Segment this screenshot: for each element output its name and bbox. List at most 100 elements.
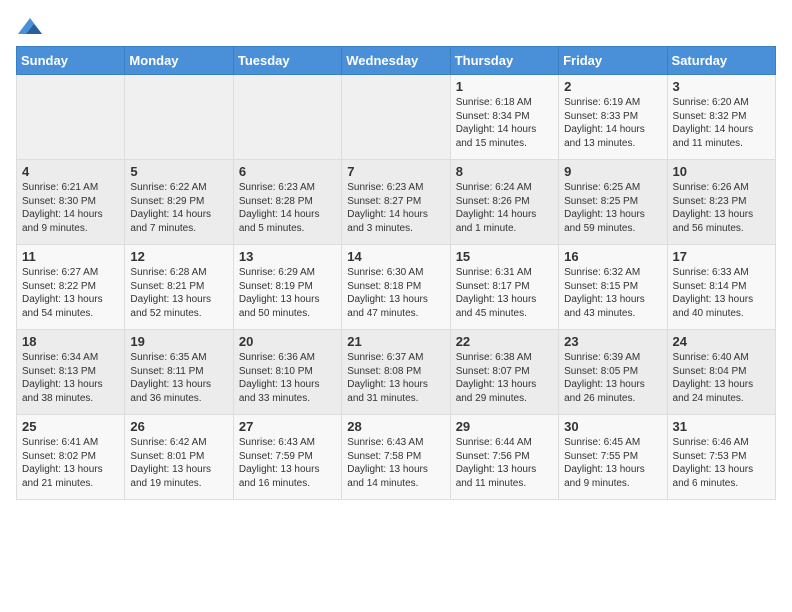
day-content: Sunrise: 6:39 AM Sunset: 8:05 PM Dayligh… [564, 351, 661, 405]
logo [16, 16, 48, 38]
day-content: Sunrise: 6:35 AM Sunset: 8:11 PM Dayligh… [130, 351, 227, 405]
day-number: 23 [564, 334, 661, 349]
day-number: 20 [239, 334, 336, 349]
day-content: Sunrise: 6:19 AM Sunset: 8:33 PM Dayligh… [564, 96, 661, 150]
calendar-cell-2-7: 10 Sunrise: 6:26 AM Sunset: 8:23 PM Dayli… [667, 160, 775, 245]
calendar-cell-4-5: 22Sunrise: 6:38 AM Sunset: 8:07 PM Dayli… [450, 330, 558, 415]
header [16, 16, 776, 38]
day-content: Sunrise: 6:31 AM Sunset: 8:17 PM Dayligh… [456, 266, 553, 320]
day-content: Sunrise: 6:34 AM Sunset: 8:13 PM Dayligh… [22, 351, 119, 405]
calendar-cell-1-4 [342, 75, 450, 160]
day-number: 27 [239, 419, 336, 434]
calendar-cell-2-3: 6 Sunrise: 6:23 AM Sunset: 8:28 PM Daylig… [233, 160, 341, 245]
day-number: 16 [564, 249, 661, 264]
calendar-cell-3-5: 15Sunrise: 6:31 AM Sunset: 8:17 PM Dayli… [450, 245, 558, 330]
day-content: Sunrise: 6:41 AM Sunset: 8:02 PM Dayligh… [22, 436, 119, 490]
calendar-cell-5-1: 25 Sunrise: 6:41 AM Sunset: 8:02 PM Dayli… [17, 415, 125, 500]
day-number: 3 [673, 79, 770, 94]
day-content: Sunrise: 6:22 AM Sunset: 8:29 PM Dayligh… [130, 181, 227, 235]
header-saturday: Saturday [667, 47, 775, 75]
calendar-cell-3-6: 16 Sunrise: 6:32 AM Sunset: 8:15 PM Dayli… [559, 245, 667, 330]
calendar-cell-1-6: 2 Sunrise: 6:19 AM Sunset: 8:33 PM Daylig… [559, 75, 667, 160]
day-content: Sunrise: 6:36 AM Sunset: 8:10 PM Dayligh… [239, 351, 336, 405]
day-content: Sunrise: 6:37 AM Sunset: 8:08 PM Dayligh… [347, 351, 444, 405]
day-content: Sunrise: 6:26 AM Sunset: 8:23 PM Dayligh… [673, 181, 770, 235]
day-number: 22 [456, 334, 553, 349]
calendar-week-3: 11 Sunrise: 6:27 AM Sunset: 8:22 PM Dayli… [17, 245, 776, 330]
day-number: 17 [673, 249, 770, 264]
calendar-cell-5-5: 29Sunrise: 6:44 AM Sunset: 7:56 PM Dayli… [450, 415, 558, 500]
calendar-cell-4-7: 24Sunrise: 6:40 AM Sunset: 8:04 PM Dayli… [667, 330, 775, 415]
calendar-cell-3-3: 13 Sunrise: 6:29 AM Sunset: 8:19 PM Dayli… [233, 245, 341, 330]
day-content: Sunrise: 6:28 AM Sunset: 8:21 PM Dayligh… [130, 266, 227, 320]
header-tuesday: Tuesday [233, 47, 341, 75]
day-content: Sunrise: 6:20 AM Sunset: 8:32 PM Dayligh… [673, 96, 770, 150]
calendar-cell-1-3 [233, 75, 341, 160]
day-number: 24 [673, 334, 770, 349]
calendar-cell-1-7: 3 Sunrise: 6:20 AM Sunset: 8:32 PM Daylig… [667, 75, 775, 160]
calendar-cell-1-2 [125, 75, 233, 160]
day-number: 18 [22, 334, 119, 349]
day-content: Sunrise: 6:23 AM Sunset: 8:27 PM Dayligh… [347, 181, 444, 235]
day-content: Sunrise: 6:46 AM Sunset: 7:53 PM Dayligh… [673, 436, 770, 490]
day-number: 10 [673, 164, 770, 179]
day-number: 14 [347, 249, 444, 264]
calendar-cell-5-7: 31 Sunrise: 6:46 AM Sunset: 7:53 PM Dayli… [667, 415, 775, 500]
day-number: 6 [239, 164, 336, 179]
day-number: 26 [130, 419, 227, 434]
day-number: 25 [22, 419, 119, 434]
calendar-cell-4-1: 18 Sunrise: 6:34 AM Sunset: 8:13 PM Dayli… [17, 330, 125, 415]
header-monday: Monday [125, 47, 233, 75]
day-content: Sunrise: 6:44 AM Sunset: 7:56 PM Dayligh… [456, 436, 553, 490]
day-content: Sunrise: 6:18 AM Sunset: 8:34 PM Dayligh… [456, 96, 553, 150]
calendar-week-2: 4Sunrise: 6:21 AM Sunset: 8:30 PM Daylig… [17, 160, 776, 245]
calendar-cell-2-5: 8 Sunrise: 6:24 AM Sunset: 8:26 PM Daylig… [450, 160, 558, 245]
calendar-cell-5-2: 26 Sunrise: 6:42 AM Sunset: 8:01 PM Dayli… [125, 415, 233, 500]
day-content: Sunrise: 6:43 AM Sunset: 7:58 PM Dayligh… [347, 436, 444, 490]
day-content: Sunrise: 6:43 AM Sunset: 7:59 PM Dayligh… [239, 436, 336, 490]
day-number: 19 [130, 334, 227, 349]
calendar-cell-2-1: 4Sunrise: 6:21 AM Sunset: 8:30 PM Daylig… [17, 160, 125, 245]
calendar-cell-3-1: 11 Sunrise: 6:27 AM Sunset: 8:22 PM Dayli… [17, 245, 125, 330]
header-thursday: Thursday [450, 47, 558, 75]
day-content: Sunrise: 6:45 AM Sunset: 7:55 PM Dayligh… [564, 436, 661, 490]
day-number: 13 [239, 249, 336, 264]
day-number: 11 [22, 249, 119, 264]
calendar-cell-1-5: 1 Sunrise: 6:18 AM Sunset: 8:34 PM Daylig… [450, 75, 558, 160]
day-number: 2 [564, 79, 661, 94]
calendar-cell-3-4: 14 Sunrise: 6:30 AM Sunset: 8:18 PM Dayli… [342, 245, 450, 330]
day-content: Sunrise: 6:33 AM Sunset: 8:14 PM Dayligh… [673, 266, 770, 320]
calendar-cell-3-7: 17 Sunrise: 6:33 AM Sunset: 8:14 PM Dayli… [667, 245, 775, 330]
day-content: Sunrise: 6:42 AM Sunset: 8:01 PM Dayligh… [130, 436, 227, 490]
day-content: Sunrise: 6:29 AM Sunset: 8:19 PM Dayligh… [239, 266, 336, 320]
day-number: 1 [456, 79, 553, 94]
day-number: 8 [456, 164, 553, 179]
calendar-cell-4-2: 19 Sunrise: 6:35 AM Sunset: 8:11 PM Dayli… [125, 330, 233, 415]
day-number: 5 [130, 164, 227, 179]
day-content: Sunrise: 6:21 AM Sunset: 8:30 PM Dayligh… [22, 181, 119, 235]
calendar-header-row: SundayMondayTuesdayWednesdayThursdayFrid… [17, 47, 776, 75]
calendar-cell-2-2: 5 Sunrise: 6:22 AM Sunset: 8:29 PM Daylig… [125, 160, 233, 245]
calendar-cell-4-3: 20 Sunrise: 6:36 AM Sunset: 8:10 PM Dayli… [233, 330, 341, 415]
logo-icon [16, 16, 44, 38]
calendar-week-1: 1 Sunrise: 6:18 AM Sunset: 8:34 PM Daylig… [17, 75, 776, 160]
day-number: 9 [564, 164, 661, 179]
day-content: Sunrise: 6:24 AM Sunset: 8:26 PM Dayligh… [456, 181, 553, 235]
day-number: 7 [347, 164, 444, 179]
calendar-cell-5-4: 28Sunrise: 6:43 AM Sunset: 7:58 PM Dayli… [342, 415, 450, 500]
day-content: Sunrise: 6:23 AM Sunset: 8:28 PM Dayligh… [239, 181, 336, 235]
calendar-week-4: 18 Sunrise: 6:34 AM Sunset: 8:13 PM Dayli… [17, 330, 776, 415]
day-content: Sunrise: 6:27 AM Sunset: 8:22 PM Dayligh… [22, 266, 119, 320]
calendar-cell-2-6: 9Sunrise: 6:25 AM Sunset: 8:25 PM Daylig… [559, 160, 667, 245]
calendar-cell-2-4: 7 Sunrise: 6:23 AM Sunset: 8:27 PM Daylig… [342, 160, 450, 245]
day-content: Sunrise: 6:32 AM Sunset: 8:15 PM Dayligh… [564, 266, 661, 320]
calendar-cell-4-4: 21Sunrise: 6:37 AM Sunset: 8:08 PM Dayli… [342, 330, 450, 415]
header-sunday: Sunday [17, 47, 125, 75]
header-wednesday: Wednesday [342, 47, 450, 75]
calendar-week-5: 25 Sunrise: 6:41 AM Sunset: 8:02 PM Dayli… [17, 415, 776, 500]
day-number: 12 [130, 249, 227, 264]
calendar-cell-5-3: 27 Sunrise: 6:43 AM Sunset: 7:59 PM Dayli… [233, 415, 341, 500]
day-number: 31 [673, 419, 770, 434]
calendar-table: SundayMondayTuesdayWednesdayThursdayFrid… [16, 46, 776, 500]
day-content: Sunrise: 6:30 AM Sunset: 8:18 PM Dayligh… [347, 266, 444, 320]
